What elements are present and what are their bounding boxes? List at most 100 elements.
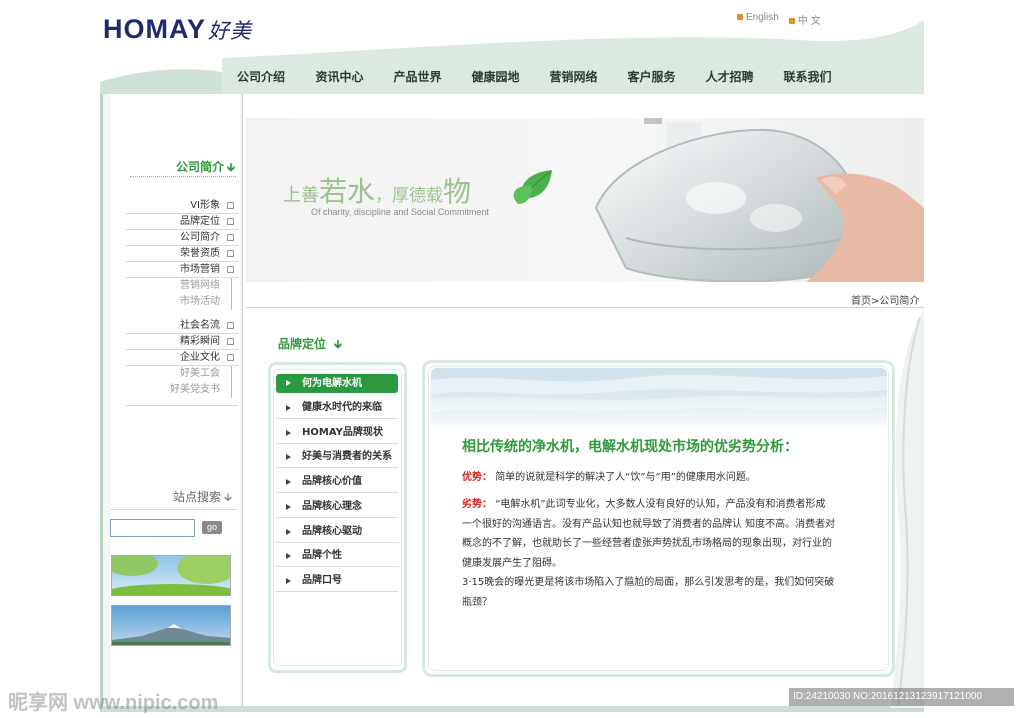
slogan-part-1: 上善 bbox=[283, 185, 319, 206]
triangle-right-icon bbox=[286, 578, 291, 584]
sidebar-item[interactable]: 公司简介 bbox=[126, 230, 238, 246]
brand-tab-label: 何为电解水机 bbox=[302, 378, 362, 389]
breadcrumb[interactable]: 首页>公司简介 bbox=[851, 292, 919, 307]
expand-square-icon bbox=[227, 234, 234, 241]
brand-tab-label: 品牌核心理念 bbox=[302, 501, 362, 512]
sidebar-item-label: 市场活动 bbox=[180, 296, 220, 307]
promo-image-mountain[interactable] bbox=[111, 605, 231, 646]
sidebar-item-label: 荣誉资质 bbox=[180, 248, 220, 259]
disadvantage-label: 劣势： bbox=[462, 499, 492, 510]
disadvantage-text-line: 概念的不了解，也就助长了一些经营者虚张声势扰乱市场格局的现象出现，对行业的 bbox=[462, 538, 832, 549]
mint-leaf-icon bbox=[513, 170, 552, 204]
sidebar-item-label: 企业文化 bbox=[180, 352, 220, 363]
slogan-part-3: ，厚德载 bbox=[375, 186, 444, 206]
expand-square-icon bbox=[227, 322, 234, 329]
brand-tab[interactable]: 品牌口号 bbox=[276, 570, 398, 592]
sidebar-item-label: 好美党支书 bbox=[170, 384, 220, 395]
sidebar-item-label: 公司简介 bbox=[180, 232, 220, 243]
content-header-image bbox=[431, 368, 887, 426]
brand-tab[interactable]: 何为电解水机 bbox=[276, 374, 398, 393]
sidebar-item[interactable]: 企业文化 bbox=[126, 350, 238, 366]
sidebar-item-label: 精彩瞬间 bbox=[180, 336, 220, 347]
divider bbox=[130, 176, 236, 177]
promo-image-trees[interactable] bbox=[111, 555, 231, 596]
brand-tab[interactable]: 品牌个性 bbox=[276, 545, 398, 567]
sidebar-item[interactable]: 市场营销 bbox=[126, 262, 238, 278]
nav-item-contact[interactable]: 联系我们 bbox=[768, 58, 846, 94]
banner-slogan-english: Of charity, discipline and Social Commit… bbox=[311, 207, 489, 217]
nav-item-products[interactable]: 产品世界 bbox=[378, 58, 456, 94]
nav-item-about[interactable]: 公司介绍 bbox=[222, 58, 300, 94]
sidebar-item-label: VI形象 bbox=[190, 200, 220, 211]
sidebar-item-label: 品牌定位 bbox=[180, 216, 220, 227]
disadvantage-paragraph: 劣势： “电解水机”此词专业化，大多数人没有良好的认知，产品没有和消费者形成 一… bbox=[462, 495, 842, 612]
banner-slogan: 上善若水，厚德载物 bbox=[283, 170, 471, 210]
tree-line-icon bbox=[231, 382, 232, 398]
triangle-right-icon bbox=[286, 380, 291, 386]
expand-square-icon bbox=[227, 338, 234, 345]
triangle-right-icon bbox=[286, 504, 291, 510]
brand-tab[interactable]: 健康水时代的来临 bbox=[276, 397, 398, 419]
nav-item-careers[interactable]: 人才招聘 bbox=[690, 58, 768, 94]
sidebar-section-title: 公司简介 🡳 bbox=[176, 158, 235, 178]
watermark-left: 昵享网 www.nipic.com bbox=[8, 692, 219, 714]
brand-tab[interactable]: 品牌核心理念 bbox=[276, 496, 398, 518]
sidebar-item[interactable]: 品牌定位 bbox=[126, 214, 238, 230]
divider bbox=[246, 307, 924, 308]
extra-text-line: 瓶颈？ bbox=[462, 596, 492, 608]
sidebar-item[interactable]: 好美工会 bbox=[126, 366, 238, 382]
search-go-button[interactable]: go bbox=[202, 521, 222, 534]
nav-item-service[interactable]: 客户服务 bbox=[612, 58, 690, 94]
frame-left-border bbox=[100, 94, 103, 710]
arrow-down-icon: 🡳 bbox=[224, 491, 232, 504]
sidebar-item[interactable]: 营销网络 bbox=[126, 278, 238, 294]
arrow-down-icon: 🡳 bbox=[334, 338, 342, 351]
nav-item-marketing[interactable]: 营销网络 bbox=[534, 58, 612, 94]
sidebar-item[interactable]: 好美党支书 bbox=[126, 382, 238, 398]
search-section-title: 站点搜索 🡳 bbox=[173, 488, 232, 508]
sidebar-item[interactable]: 社会名流 bbox=[126, 318, 238, 334]
advantage-label: 优势： bbox=[462, 472, 492, 483]
sidebar-item[interactable]: VI形象 bbox=[126, 198, 238, 214]
brand-tab-label: 好美与消费者的关系 bbox=[302, 451, 392, 462]
triangle-right-icon bbox=[286, 454, 291, 460]
expand-square-icon bbox=[227, 266, 234, 273]
expand-square-icon bbox=[227, 250, 234, 257]
tree-line-icon bbox=[231, 366, 232, 382]
expand-square-icon bbox=[227, 218, 234, 225]
watermark-right: ID:24210030 NO:20161213123917121000 bbox=[789, 688, 1014, 706]
slogan-part-4: 物 bbox=[443, 175, 472, 208]
sidebar-item-label: 市场营销 bbox=[180, 264, 220, 275]
sidebar-item-label: 好美工会 bbox=[180, 368, 220, 379]
disadvantage-text-line: 健康发展产生了阻碍。 bbox=[462, 557, 562, 569]
brand-tab[interactable]: 好美与消费者的关系 bbox=[276, 446, 398, 468]
brand-tab-label: 品牌个性 bbox=[302, 550, 342, 561]
brand-tab[interactable]: HOMAY品牌现状 bbox=[276, 422, 398, 444]
sidebar-item[interactable]: 精彩瞬间 bbox=[126, 334, 238, 350]
brand-tab[interactable]: 品牌核心驱动 bbox=[276, 521, 398, 543]
advantage-text: 简单的说就是科学的解决了人“饮”与“用”的健康用水问题。 bbox=[495, 472, 756, 483]
triangle-right-icon bbox=[286, 529, 291, 535]
tree-line-icon bbox=[231, 278, 232, 294]
triangle-right-icon bbox=[286, 405, 291, 411]
brand-tab-label: 品牌核心价值 bbox=[302, 476, 362, 487]
nav-item-health[interactable]: 健康园地 bbox=[456, 58, 534, 94]
divider bbox=[126, 405, 238, 406]
sidebar-item[interactable]: 荣誉资质 bbox=[126, 246, 238, 262]
content-section-title-text: 品牌定位 bbox=[278, 337, 327, 351]
disadvantage-text-line: “电解水机”此词专业化，大多数人没有良好的认知，产品没有和消费者形成 bbox=[495, 499, 826, 510]
extra-text-line: 3·15晚会的曝光更是将该市场陷入了尴尬的局面，那么引发思考的是，我们如何突破 bbox=[462, 577, 835, 588]
brand-tab[interactable]: 品牌核心价值 bbox=[276, 471, 398, 493]
expand-square-icon bbox=[227, 202, 234, 209]
nav-item-news[interactable]: 资讯中心 bbox=[300, 58, 378, 94]
search-input[interactable] bbox=[110, 519, 195, 537]
slogan-part-2: 若水 bbox=[319, 175, 376, 208]
sidebar-section-title-text: 公司简介 bbox=[176, 160, 225, 174]
disadvantage-text-line: 一个很好的沟通语言。没有产品认知也就导致了消费者的品牌认 知度不高。消费者对 bbox=[462, 518, 836, 530]
triangle-right-icon bbox=[286, 479, 291, 485]
content-headline: 相比传统的净水机，电解水机现处市场的优劣势分析： bbox=[462, 439, 798, 455]
sidebar-item[interactable]: 市场活动 bbox=[126, 294, 238, 310]
content-section-title: 品牌定位 🡳 bbox=[278, 335, 342, 355]
sidebar-item-label: 营销网络 bbox=[180, 280, 220, 291]
brand-tab-label: HOMAY品牌现状 bbox=[302, 427, 383, 438]
